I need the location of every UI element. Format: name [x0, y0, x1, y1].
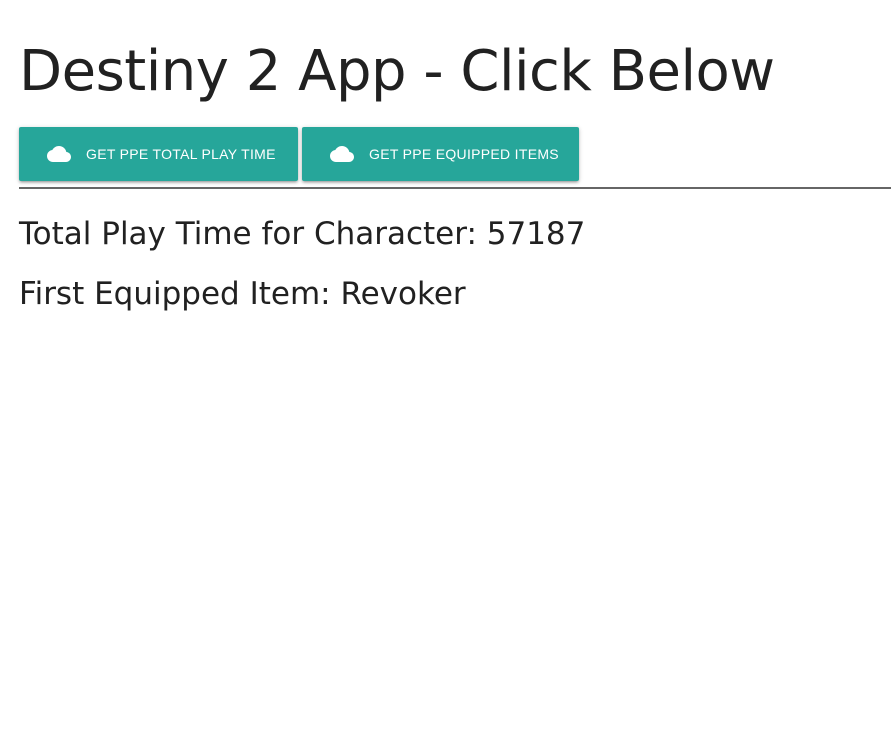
get-total-play-time-label: GET PPE TOTAL PLAY TIME [86, 146, 276, 162]
total-play-time-result: Total Play Time for Character: 57187 [19, 216, 586, 252]
get-equipped-items-button[interactable]: GET PPE EQUIPPED ITEMS [302, 127, 579, 181]
page-title: Destiny 2 App - Click Below [19, 39, 775, 104]
get-equipped-items-label: GET PPE EQUIPPED ITEMS [369, 146, 559, 162]
first-equipped-item-result: First Equipped Item: Revoker [19, 276, 466, 312]
cloud-icon [47, 146, 71, 162]
get-total-play-time-button[interactable]: GET PPE TOTAL PLAY TIME [19, 127, 298, 181]
cloud-icon [330, 146, 354, 162]
button-row: GET PPE TOTAL PLAY TIME GET PPE EQUIPPED… [19, 127, 579, 181]
divider [19, 187, 891, 189]
